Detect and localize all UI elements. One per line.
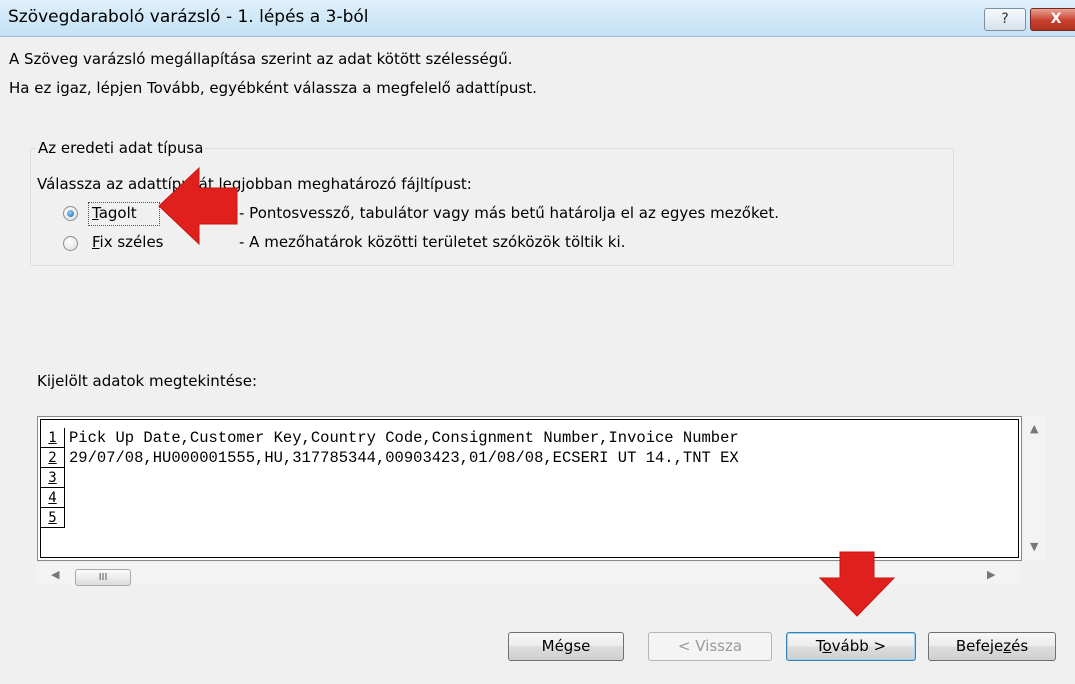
preview-box[interactable]: 1 Pick Up Date,Customer Key,Country Code… [37,416,1022,561]
row-number: 1 [41,428,65,448]
window-title: Szövegdaraboló varázsló - 1. lépés a 3-b… [8,7,369,27]
group-prompt: Válassza az adattípusát legjobban meghat… [37,175,472,193]
row-number: 5 [41,508,65,528]
preview-grid: 1 Pick Up Date,Customer Key,Country Code… [40,419,1019,558]
row-number: 3 [41,468,65,488]
left-arrow-annotation [158,166,238,246]
vertical-scrollbar[interactable]: ▲ ▼ [1024,416,1046,559]
finish-button[interactable]: Befejezés [928,632,1056,661]
row-number: 2 [41,448,65,468]
title-bar: Szövegdaraboló varázsló - 1. lépés a 3-b… [0,0,1075,37]
next-button[interactable]: Tovább > [786,632,916,661]
group-legend: Az eredeti adat típusa [36,139,206,157]
radio-delimited-label[interactable]: Tagolt [92,204,137,222]
intro-line-1: A Szöveg varázsló megállapítása szerint … [9,50,513,68]
radio-fixed-width[interactable] [63,236,78,251]
help-button[interactable]: ? [984,8,1026,31]
radio-fixed-width-description: - A mezőhatárok közötti területet szóköz… [239,233,626,251]
row-number: 4 [41,488,65,508]
back-button[interactable]: < Vissza [648,632,772,661]
cancel-button[interactable]: Mégse [508,632,624,661]
scroll-down-icon[interactable]: ▼ [1030,540,1038,553]
radio-delimited-description: - Pontosvessző, tabulátor vagy más betű … [239,204,779,222]
preview-row-text: Pick Up Date,Customer Key,Country Code,C… [69,429,739,447]
intro-line-2: Ha ez igaz, lépjen Tovább, egyébként vál… [9,79,537,97]
horizontal-scroll-thumb[interactable]: III [75,569,131,586]
scroll-up-icon[interactable]: ▲ [1030,422,1038,435]
preview-row-text: 29/07/08,HU000001555,HU,317785344,009034… [69,449,739,467]
close-button[interactable]: X [1030,8,1075,31]
scroll-left-icon[interactable]: ◀ [51,568,59,581]
radio-delimited[interactable] [63,206,78,221]
preview-label: Kijelölt adatok megtekintése: [37,372,258,390]
radio-fixed-width-label[interactable]: Fix széles [92,233,164,251]
down-arrow-annotation [818,551,896,617]
scroll-right-icon[interactable]: ▶ [987,568,995,581]
